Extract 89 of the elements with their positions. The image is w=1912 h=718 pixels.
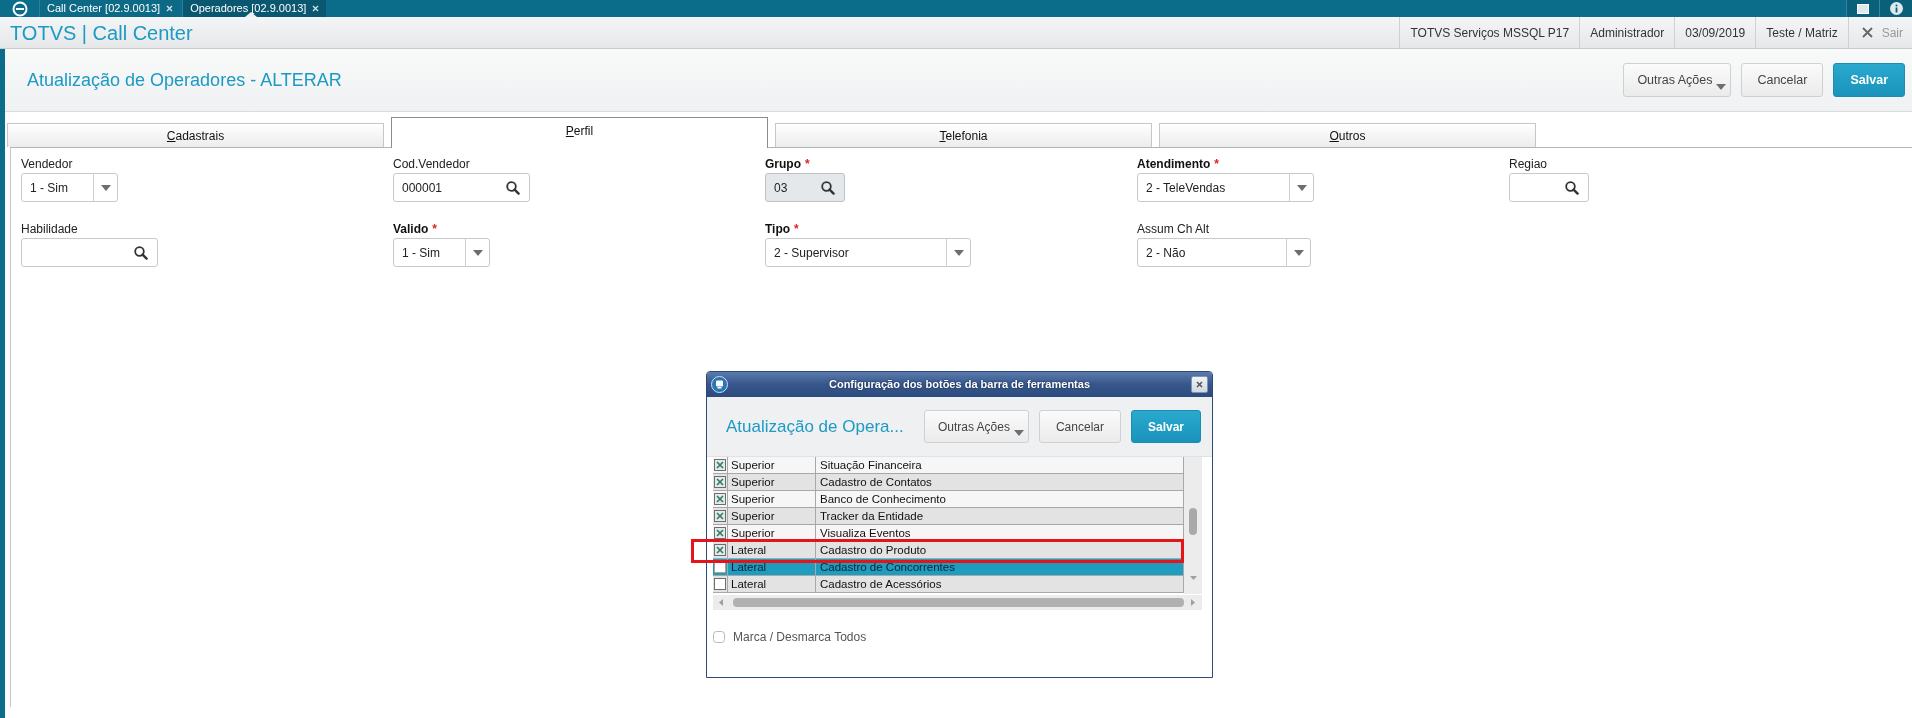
right-arrow-icon[interactable]	[1191, 599, 1195, 606]
scrollbar-thumb[interactable]	[1189, 508, 1197, 535]
header-info: Teste / Matriz	[1755, 17, 1848, 48]
lookup-field[interactable]: 000001	[393, 173, 530, 202]
field-label: Grupo *	[765, 157, 810, 172]
checkbox[interactable]	[714, 493, 726, 505]
checkbox[interactable]	[714, 544, 726, 556]
table-row[interactable]: Superior Tracker da Entidade	[713, 508, 1184, 525]
field-label: Valido *	[393, 222, 437, 237]
select-field[interactable]: 2 - Não	[1137, 238, 1311, 267]
close-icon	[312, 5, 320, 12]
dialog-title: Configuração dos botões da barra de ferramentas	[828, 377, 1091, 393]
table-row[interactable]: Lateral Cadastro do Produto	[713, 542, 1184, 559]
caret-down-icon	[1013, 430, 1024, 436]
field-label: Assum Ch Alt	[1137, 222, 1210, 237]
app-title: TOTVS | Call Center	[9, 20, 193, 46]
table-cell: Lateral	[728, 559, 816, 575]
field-label: Regiao	[1509, 157, 1548, 172]
table-row[interactable]: Superior Cadastro de Contatos	[713, 474, 1184, 491]
close-icon	[166, 5, 174, 12]
form-tab[interactable]: Cadastrais	[7, 123, 384, 147]
table-cell: Superior	[728, 491, 816, 507]
close-icon	[1196, 381, 1203, 388]
checkbox[interactable]	[714, 459, 726, 471]
cancel-button[interactable]: Cancelar	[1038, 410, 1121, 443]
header-info: TOTVS Serviços MSSQL P17	[1399, 17, 1580, 48]
table-cell: Superior	[728, 525, 816, 541]
table-row[interactable]: Lateral Cadastro de Acessórios	[713, 576, 1184, 593]
close-button[interactable]	[1191, 376, 1208, 393]
select-field[interactable]: 1 - Sim	[21, 173, 118, 202]
form-tab[interactable]: Telefonia	[775, 123, 1152, 147]
scrollbar-thumb[interactable]	[733, 598, 1184, 607]
caret-down-icon	[953, 249, 964, 256]
checkbox-label: Marca / Desmarca Todos	[733, 629, 867, 646]
header-info: 03/09/2019	[1674, 17, 1756, 48]
select-field[interactable]: 2 - Supervisor	[765, 238, 971, 267]
checkbox[interactable]	[713, 631, 725, 643]
field-label: Atendimento *	[1137, 157, 1219, 172]
checkbox[interactable]	[714, 578, 726, 590]
browser-tab[interactable]: Operadores [02.9.0013]	[182, 0, 327, 17]
toolbar-button[interactable]	[1846, 0, 1879, 17]
search-icon	[1565, 180, 1579, 195]
select-field[interactable]: 2 - TeleVendas	[1137, 173, 1314, 202]
checkbox[interactable]	[714, 527, 726, 539]
info-icon	[1889, 2, 1903, 15]
toolbar-button[interactable]	[1879, 0, 1912, 17]
checkbox[interactable]	[714, 510, 726, 522]
logo-icon	[711, 376, 728, 393]
browser-tab[interactable]: Call Center [02.9.0013]	[39, 0, 181, 17]
checkbox[interactable]	[714, 561, 726, 573]
select-field[interactable]: 1 - Sim	[393, 238, 490, 267]
header-info: Administrador	[1579, 17, 1675, 48]
field-label: Habilidade	[21, 222, 78, 237]
table-cell: Superior	[728, 457, 816, 473]
page-title: Atualização de Operadores - ALTERAR	[27, 68, 342, 92]
close-icon	[1861, 27, 1873, 38]
table-row[interactable]: Superior Banco de Conhecimento	[713, 491, 1184, 508]
field-label: Vendedor	[21, 157, 73, 172]
left-arrow-icon[interactable]	[719, 599, 723, 606]
vertical-scrollbar[interactable]	[1184, 457, 1202, 594]
cancel-button[interactable]: Cancelar	[1741, 63, 1824, 97]
caret-down-icon	[472, 249, 483, 256]
horizontal-scrollbar[interactable]	[713, 595, 1202, 610]
table-row[interactable]: Superior Situação Financeira	[713, 457, 1184, 474]
field-label: Cod.Vendedor	[393, 157, 470, 172]
caret-down-icon	[1296, 184, 1307, 191]
caret-down-icon	[1716, 84, 1727, 90]
form-tab[interactable]: Outros	[1159, 123, 1536, 147]
lookup-field[interactable]	[1509, 173, 1589, 202]
logo-icon	[12, 1, 28, 17]
table-cell: Superior	[728, 474, 816, 490]
menu-button[interactable]: Outras Ações	[923, 410, 1029, 443]
caret-down-icon	[100, 184, 111, 191]
lookup-field[interactable]	[21, 238, 158, 267]
menu-button[interactable]: Outras Ações	[1623, 63, 1732, 97]
field-label: Tipo *	[765, 222, 799, 237]
search-icon	[506, 180, 520, 195]
checkbox[interactable]	[714, 476, 726, 488]
dialog-heading: Atualização de Opera...	[726, 415, 904, 438]
down-arrow-icon[interactable]	[1189, 576, 1197, 580]
search-icon	[821, 180, 835, 195]
search-icon	[134, 245, 148, 260]
caret-down-icon	[1293, 249, 1304, 256]
window-icon	[1857, 3, 1869, 14]
pointer-icon	[245, 12, 258, 17]
table-cell: Superior	[728, 508, 816, 524]
table-cell: Lateral	[728, 576, 816, 592]
form-tab[interactable]: Perfil	[391, 117, 768, 148]
table-cell: Lateral	[728, 542, 816, 558]
